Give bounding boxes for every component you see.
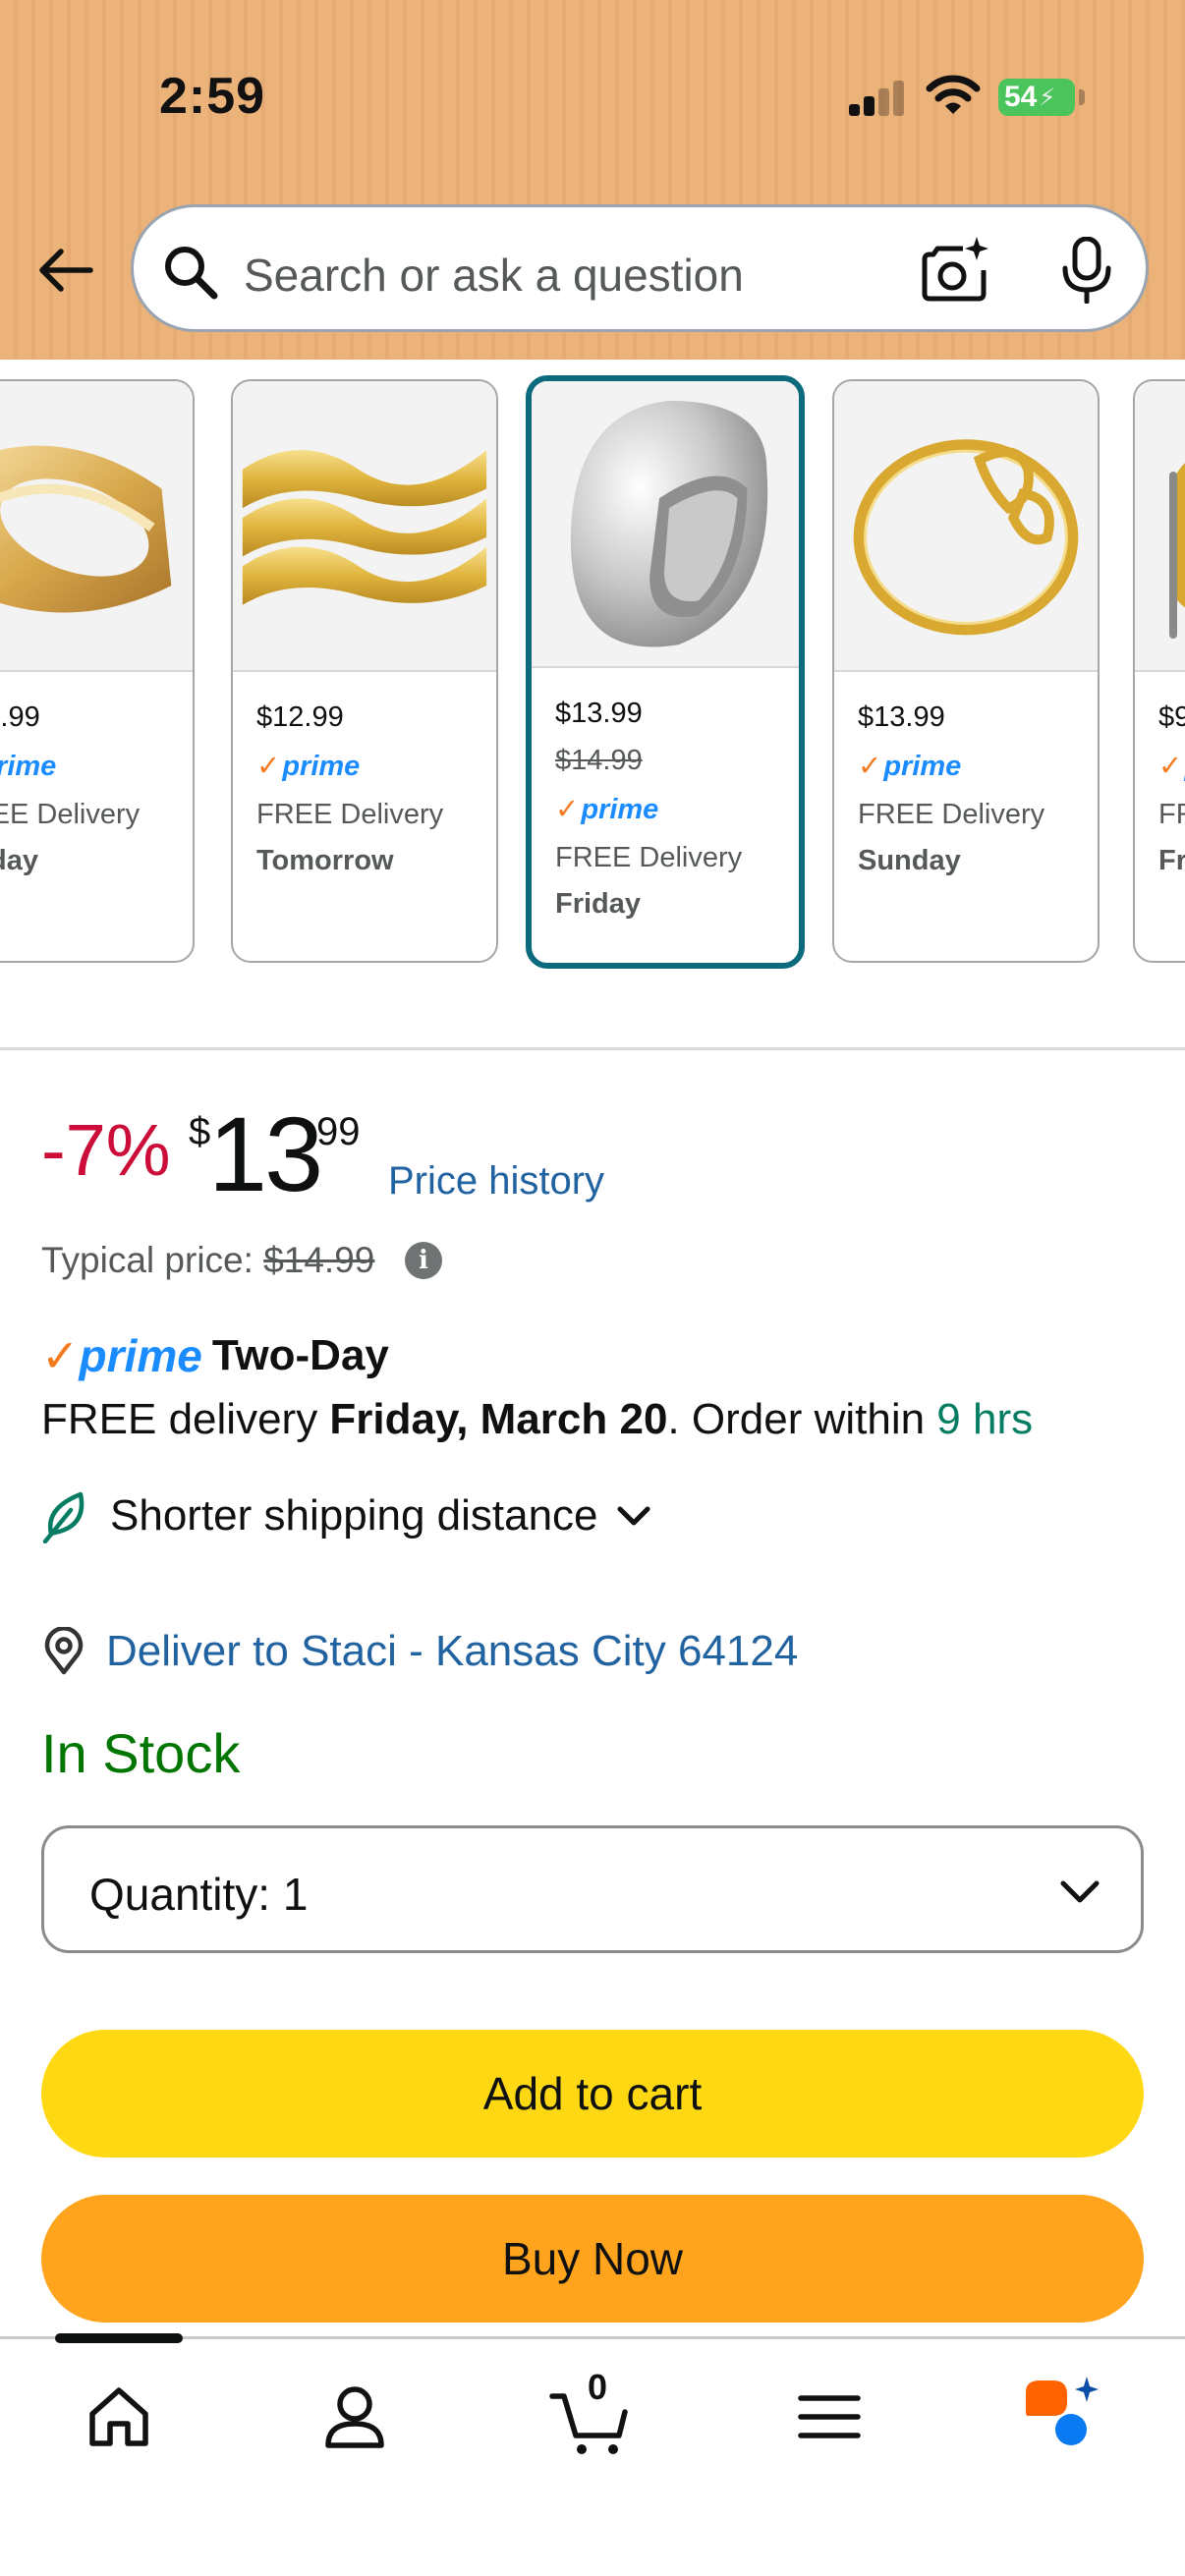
leaf-icon: [42, 1491, 85, 1543]
rufus-icon[interactable]: [1020, 2373, 1108, 2461]
variant-carousel[interactable]: $12.99 ✓prime FREE Delivery Friday $12.9…: [0, 360, 1185, 1047]
home-icon[interactable]: [75, 2373, 163, 2461]
variant-delivery-day: Sunday: [858, 845, 961, 876]
search-placeholder: Search or ask a question: [244, 250, 744, 301]
wifi-icon: [926, 75, 981, 114]
prime-badge: ✓prime: [1158, 751, 1185, 782]
quantity-label: Quantity: 1: [89, 1869, 309, 1920]
buy-now-button[interactable]: Buy Now: [41, 2195, 1144, 2323]
shorter-shipping-label: Shorter shipping distance: [110, 1491, 598, 1540]
search-input[interactable]: Search or ask a question: [131, 204, 1149, 332]
order-countdown: 9 hrs: [936, 1395, 1034, 1443]
variant-delivery: FREE Delivery: [858, 799, 1045, 830]
prime-two-day-label: Two-Day: [211, 1331, 389, 1379]
cart-count: 0: [588, 2367, 608, 2407]
deliver-to-link[interactable]: Deliver to Staci - Kansas City 64124: [41, 1617, 798, 1686]
variant-price: $12.99: [0, 701, 40, 733]
variant-price: $9: [1158, 701, 1185, 733]
header: 2:59 54 ⚡ Search or ask a question: [0, 0, 1185, 360]
variant-delivery-day: Friday: [555, 888, 642, 920]
back-arrow-icon[interactable]: [35, 240, 96, 301]
variant-delivery: FR: [1158, 799, 1185, 830]
carousel-scrollbar[interactable]: [1169, 472, 1177, 639]
delivery-info: FREE delivery Friday, March 20. Order wi…: [41, 1395, 1034, 1443]
chevron-down-icon: [1060, 1880, 1100, 1903]
discount-percent: -7%: [41, 1109, 171, 1191]
active-tab-indicator: [55, 2333, 183, 2343]
quantity-select[interactable]: Quantity: 1: [41, 1825, 1144, 1953]
variant-card[interactable]: $12.99 ✓prime FREE Delivery Tomorrow: [231, 379, 498, 963]
delivery-date: Friday, March 20: [329, 1395, 668, 1443]
prime-badge: ✓prime: [0, 751, 57, 782]
cellular-signal-icon: [849, 77, 904, 116]
shorter-shipping-toggle[interactable]: Shorter shipping distance: [41, 1482, 655, 1550]
add-to-cart-button[interactable]: Add to cart: [41, 2030, 1144, 2157]
variant-card[interactable]: $12.99 ✓prime FREE Delivery Friday: [0, 379, 195, 963]
quantity-value: 1: [282, 1869, 309, 1920]
price-whole: 13: [208, 1094, 323, 1213]
variant-image: [1135, 381, 1185, 672]
prime-badge: ✓prime: [256, 751, 361, 782]
deliver-to-address: Deliver to Staci - Kansas City 64124: [106, 1627, 799, 1675]
battery-level: 54: [1004, 81, 1038, 113]
battery-tip: [1079, 89, 1085, 105]
variant-delivery: FREE Delivery: [555, 842, 743, 873]
stock-status: In Stock: [41, 1722, 241, 1784]
charging-bolt-icon: ⚡: [1039, 84, 1056, 111]
price-fraction: 99: [316, 1110, 361, 1153]
price-currency: $: [189, 1110, 211, 1153]
menu-icon[interactable]: [785, 2373, 874, 2461]
info-icon[interactable]: i: [405, 1242, 442, 1279]
prime-two-day: ✓prime Two-Day: [41, 1326, 389, 1385]
location-pin-icon: [44, 1627, 84, 1675]
variant-price: $13.99: [858, 701, 945, 733]
variant-delivery: FREE Delivery: [256, 799, 444, 830]
prime-logo: ✓prime: [41, 1330, 202, 1381]
prime-badge: ✓prime: [555, 794, 659, 825]
variant-list-price: $14.99: [555, 745, 643, 776]
variant-price: $12.99: [256, 701, 344, 733]
variant-delivery-day: Friday: [0, 845, 39, 876]
price-history-link[interactable]: Price history: [388, 1159, 604, 1204]
prime-badge: ✓prime: [858, 751, 962, 782]
status-time: 2:59: [159, 68, 266, 125]
variant-delivery-day: Tomorrow: [256, 845, 394, 876]
bottom-tab-bar: 0: [0, 2333, 1185, 2576]
cart-tab[interactable]: 0: [546, 2367, 635, 2461]
variant-delivery-day: Fr: [1158, 845, 1185, 876]
variant-image: [532, 381, 799, 668]
variant-image: [233, 381, 496, 672]
microphone-icon[interactable]: [1057, 237, 1116, 304]
variant-image: [834, 381, 1098, 672]
variant-card[interactable]: $9 ✓prime FR Fr: [1133, 379, 1185, 963]
variant-card[interactable]: $13.99 ✓prime FREE Delivery Sunday: [832, 379, 1100, 963]
account-icon[interactable]: [310, 2373, 399, 2461]
typical-price-value: $14.99: [263, 1240, 375, 1280]
section-divider: [0, 1047, 1185, 1050]
search-icon: [165, 247, 218, 300]
variant-card-selected[interactable]: $13.99 $14.99 ✓prime FREE Delivery Frida…: [526, 375, 805, 969]
variant-delivery: FREE Delivery: [0, 799, 141, 830]
typical-price: Typical price: $14.99: [41, 1240, 375, 1280]
battery-indicator: 54 ⚡: [998, 79, 1075, 116]
camera-icon[interactable]: [920, 235, 990, 306]
chevron-down-icon: [617, 1506, 650, 1526]
variant-image: [0, 381, 193, 672]
variant-price: $13.99: [555, 698, 643, 729]
